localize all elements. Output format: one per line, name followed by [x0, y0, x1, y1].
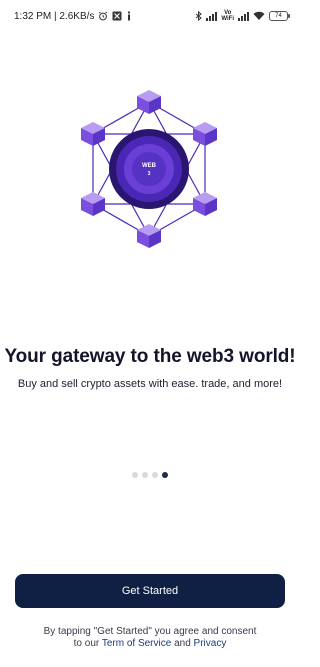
wifi-icon: [253, 11, 265, 21]
vowifi-bottom: WiFi: [221, 16, 234, 22]
info-notification-icon: [126, 11, 132, 21]
page-dot-2[interactable]: [142, 472, 148, 478]
get-started-button[interactable]: Get Started: [15, 574, 285, 608]
vowifi-indicator: Vo WiFi: [221, 10, 234, 22]
logo-web-text: WEB: [142, 163, 157, 169]
cube-top-left: [81, 122, 105, 146]
cube-bottom-right: [193, 192, 217, 216]
cube-bottom: [137, 224, 161, 248]
cube-bottom-left: [81, 192, 105, 216]
app-notification-icon: [112, 11, 122, 21]
terms-line-1: By tapping "Get Started" you agree and c…: [43, 626, 257, 637]
web3-network-illustration: WEB 3: [72, 84, 226, 254]
alarm-icon: [98, 11, 108, 21]
onboarding-subtitle: Buy and sell crypto assets with ease. tr…: [17, 378, 283, 390]
terms-prefix: to our: [73, 638, 100, 649]
onboarding-headline: Your gateway to the web3 world!: [4, 346, 296, 367]
battery-icon: 74: [269, 11, 290, 21]
terms-consent-text: By tapping "Get Started" you agree and c…: [0, 626, 300, 650]
terms-and: and: [174, 638, 191, 649]
terms-of-service-link[interactable]: Term of Service: [102, 638, 171, 649]
cube-top: [137, 90, 161, 114]
battery-level: 74: [275, 13, 282, 19]
page-dot-4-active[interactable]: [162, 472, 168, 478]
status-right: Vo WiFi 74: [195, 10, 290, 22]
page-dot-3[interactable]: [152, 472, 158, 478]
cube-top-right: [193, 122, 217, 146]
signal-strength-2-icon: [238, 11, 249, 21]
status-time-speed: 1:32 PM | 2.6KB/s: [14, 10, 95, 22]
page-dot-1[interactable]: [132, 472, 138, 478]
page-indicator: [0, 472, 300, 478]
logo-3-text: 3: [148, 171, 151, 177]
signal-strength-icon: [206, 11, 218, 21]
onboarding-screen: 1:32 PM | 2.6KB/s Vo WiFi 74 WEB 3 Your …: [0, 0, 300, 667]
bluetooth-icon: [195, 11, 203, 21]
privacy-link[interactable]: Privacy: [194, 638, 227, 649]
status-bar: 1:32 PM | 2.6KB/s Vo WiFi 74: [0, 0, 300, 32]
status-left: 1:32 PM | 2.6KB/s: [14, 11, 132, 22]
